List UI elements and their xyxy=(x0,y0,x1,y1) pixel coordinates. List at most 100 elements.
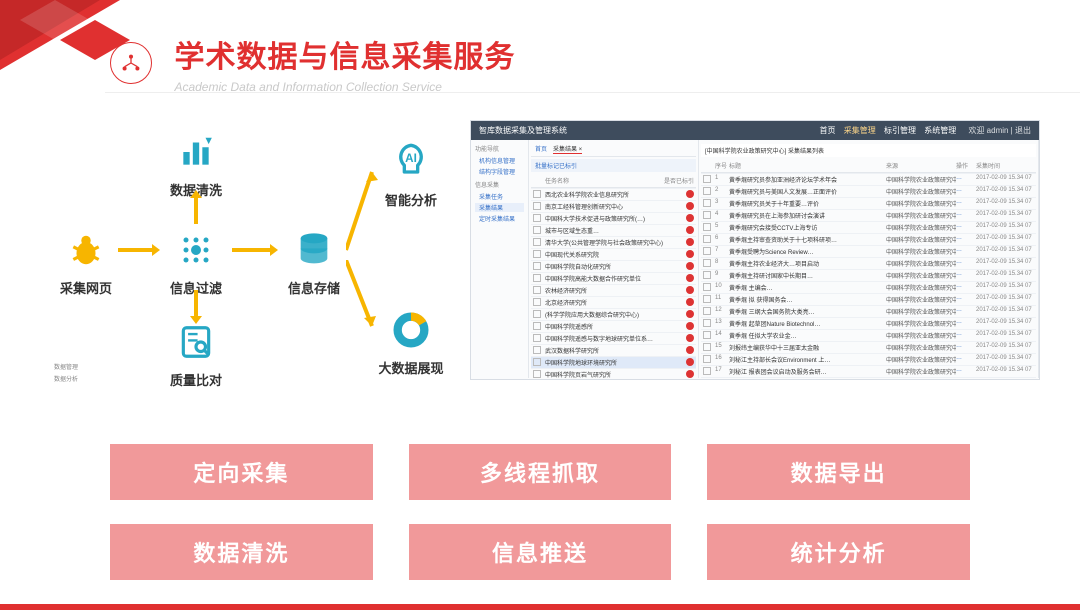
col-status: 是否已标引 xyxy=(664,176,694,185)
arrow-icon xyxy=(118,248,152,252)
table-row[interactable]: 3黄季焜研究员关于十年重要…评价中国科学院农业政策研究中心…2017-02-09… xyxy=(701,197,1036,209)
compare-icon xyxy=(174,320,218,364)
col-idx: 序号 xyxy=(715,161,729,170)
nav-tab[interactable]: 首页 xyxy=(820,126,836,135)
table-row[interactable]: 17刘秘江 报表团会议启动及服务会研…中国科学院农业政策研究中心…2017-02… xyxy=(701,365,1036,377)
table-row[interactable]: 15刘报纬主编获华中十三届亚太金融中国科学院农业政策研究中心…2017-02-0… xyxy=(701,341,1036,353)
col-src: 来源 xyxy=(886,161,956,170)
database-icon xyxy=(292,228,336,272)
tile-targeted-collect[interactable]: 定向采集 xyxy=(110,444,373,500)
col-time: 采集时间 xyxy=(976,161,1034,170)
table-row[interactable]: 18国际上绘政策研究所出席140+农学济…中国科学院农业政策研究中心…2017-… xyxy=(701,377,1036,378)
table-row[interactable]: 北京经济研究所 xyxy=(531,296,696,308)
node-label: 质量比对 xyxy=(160,370,232,389)
feature-tiles: 定向采集 多线程抓取 数据导出 数据清洗 信息推送 统计分析 xyxy=(110,444,970,580)
table-row[interactable]: 清华大学(公共管理学院与社会政策研究中心) xyxy=(531,236,696,248)
table-row[interactable]: 8黄季焜主持农业经济大…项目启动中国科学院农业政策研究中心…2017-02-09… xyxy=(701,257,1036,269)
table-row[interactable]: 中国现代关系研究院 xyxy=(531,248,696,260)
col-title: 标题 xyxy=(729,161,886,170)
table-row[interactable]: 中国科学院地球环境研究所 xyxy=(531,356,696,368)
node-filter: 信息过滤 xyxy=(160,228,232,297)
donut-icon xyxy=(389,308,433,352)
table-row[interactable]: 中国科学院遥感所 xyxy=(531,320,696,332)
table-row[interactable]: 中国科大学技术促进与政策研究所(…) xyxy=(531,212,696,224)
col-name: 任务名称 xyxy=(545,176,664,185)
arrow-icon xyxy=(194,198,198,224)
arrow-icon xyxy=(346,260,380,340)
sidebar-item[interactable]: 机构信息管理 xyxy=(475,156,524,165)
table-row[interactable]: 南京工经科管理创新研究中心 xyxy=(531,200,696,212)
arrow-icon xyxy=(194,290,198,316)
nav-tab[interactable]: 系统管理 xyxy=(924,126,956,135)
table-row[interactable]: 中国科学院自动化研究所 xyxy=(531,260,696,272)
table-row[interactable]: 11黄季焜 拟 获得国务会…中国科学院农业政策研究中心…2017-02-09 1… xyxy=(701,293,1036,305)
table-row[interactable]: 16刘秘江主持部长会议Environment 上…中国科学院农业政策研究中心…2… xyxy=(701,353,1036,365)
table-row[interactable]: 14黄季焜 任拟大学农业金…中国科学院农业政策研究中心…2017-02-09 1… xyxy=(701,329,1036,341)
node-compare: 质量比对 xyxy=(160,320,232,389)
org-icon xyxy=(120,52,142,74)
table-row[interactable]: 城市与区域生态重… xyxy=(531,224,696,236)
node-ai: AI 智能分析 xyxy=(375,140,447,209)
right-title: [中国科学院农业政策研究中心] 采集结果列表 xyxy=(701,144,1036,157)
right-table: [中国科学院农业政策研究中心] 采集结果列表 序号 标题 来源 操作 采集时间 … xyxy=(699,140,1039,378)
node-store: 信息存储 xyxy=(278,228,350,297)
table-row[interactable]: 武汉数据科学研究所 xyxy=(531,344,696,356)
table-row[interactable]: 中国科学院高能大数据合作研究单位 xyxy=(531,272,696,284)
table-row[interactable]: 13黄季焜 起草团Nature Biotechnol…中国科学院农业政策研究中心… xyxy=(701,317,1036,329)
page-title: 学术数据与信息采集服务 xyxy=(174,32,515,76)
sidebar-item[interactable]: 采集结果 xyxy=(475,203,524,212)
table-row[interactable]: 6黄季焜主持审查资助关于十七项科研项…中国科学院农业政策研究中心…2017-02… xyxy=(701,233,1036,245)
arrow-icon xyxy=(346,166,380,256)
tile-multithread[interactable]: 多线程抓取 xyxy=(409,444,672,500)
nav-tab[interactable]: 采集管理 xyxy=(844,126,876,135)
clean-icon xyxy=(174,130,218,174)
svg-text:AI: AI xyxy=(405,152,417,165)
toolbar-action[interactable]: 批量标记已标引 xyxy=(531,159,696,172)
header-rule xyxy=(105,92,1080,93)
table-row[interactable]: (科学学院应用大数据综合研究中心) xyxy=(531,308,696,320)
filter-icon xyxy=(174,228,218,272)
app-screenshot: 智库数据采集及管理系统 首页 采集管理 标引管理 系统管理 欢迎 admin |… xyxy=(470,120,1040,380)
tab[interactable]: 采集结果 × xyxy=(553,144,582,154)
table-row[interactable]: 1黄季焜研究员参加亚洲经济论坛学术年会中国科学院农业政策研究中心…2017-02… xyxy=(701,173,1036,185)
table-row[interactable]: 中国科学院页岩气研究所 xyxy=(531,368,696,378)
sidebar-item[interactable]: 定时采集结果 xyxy=(475,214,524,223)
ai-icon: AI xyxy=(389,140,433,184)
sidebar-section: 信息采集 xyxy=(475,180,524,189)
node-collect: 采集网页 xyxy=(50,228,122,297)
table-row[interactable]: 4黄季焜研究员在上海参加研讨会演讲中国科学院农业政策研究中心…2017-02-0… xyxy=(701,209,1036,221)
flow-diagram: 采集网页 信息过滤 数据清洗 xyxy=(50,120,450,390)
middle-row: 采集网页 信息过滤 数据清洗 xyxy=(50,120,1040,390)
app-title: 智库数据采集及管理系统 xyxy=(479,125,567,136)
app-titlebar: 智库数据采集及管理系统 首页 采集管理 标引管理 系统管理 欢迎 admin |… xyxy=(471,121,1039,140)
table-row[interactable]: 10黄季焜 主编会…中国科学院农业政策研究中心…2017-02-09 15.34… xyxy=(701,281,1036,293)
page-header: 学术数据与信息采集服务 Academic Data and Informatio… xyxy=(110,32,515,94)
table-row[interactable]: 7黄季焜受聘为Science Review…中国科学院农业政策研究中心…2017… xyxy=(701,245,1036,257)
sidebar-item[interactable]: 结构字段管理 xyxy=(475,167,524,176)
tile-push[interactable]: 信息推送 xyxy=(409,524,672,580)
sidebar-section: 功能导航 xyxy=(475,144,524,153)
table-row[interactable]: 2黄季焜研究员与美国人文发展…正面评价中国科学院农业政策研究中心…2017-02… xyxy=(701,185,1036,197)
panel-tabs: 首页 采集结果 × xyxy=(531,142,696,157)
sidebar-item[interactable]: 采集任务 xyxy=(475,192,524,201)
nav-user[interactable]: 欢迎 admin | 退出 xyxy=(968,126,1031,135)
sidebar: 功能导航 机构信息管理 结构字段管理 信息采集 采集任务 采集结果 定时采集结果… xyxy=(471,140,529,378)
node-label: 大数据展现 xyxy=(368,358,454,377)
table-row[interactable]: 12黄季焜 三纲大会国务院大类亮…中国科学院农业政策研究中心…2017-02-0… xyxy=(701,305,1036,317)
arrow-icon xyxy=(232,248,270,252)
table-row[interactable]: 中国科学院遥感与数字地球研究单位系… xyxy=(531,332,696,344)
tab[interactable]: 首页 xyxy=(535,144,547,154)
tile-clean[interactable]: 数据清洗 xyxy=(110,524,373,580)
left-table: 首页 采集结果 × 批量标记已标引 任务名称 是否已标引 西北农业科学院农业信息… xyxy=(529,140,699,378)
header-badge-icon xyxy=(110,42,152,84)
tile-analytics[interactable]: 统计分析 xyxy=(707,524,970,580)
table-row[interactable]: 西北农业科学院农业信息研究所 xyxy=(531,188,696,200)
table-row[interactable]: 9黄季焜主持研讨国家中长期目…中国科学院农业政策研究中心…2017-02-09 … xyxy=(701,269,1036,281)
table-row[interactable]: 5黄季焜研究会接受CCTV上海专访中国科学院农业政策研究中心…2017-02-0… xyxy=(701,221,1036,233)
bug-icon xyxy=(64,228,108,272)
table-header: 任务名称 是否已标引 xyxy=(531,174,696,188)
nav-tab[interactable]: 标引管理 xyxy=(884,126,916,135)
tile-export[interactable]: 数据导出 xyxy=(707,444,970,500)
table-row[interactable]: 农林经济研究所 xyxy=(531,284,696,296)
col-op: 操作 xyxy=(956,161,976,170)
